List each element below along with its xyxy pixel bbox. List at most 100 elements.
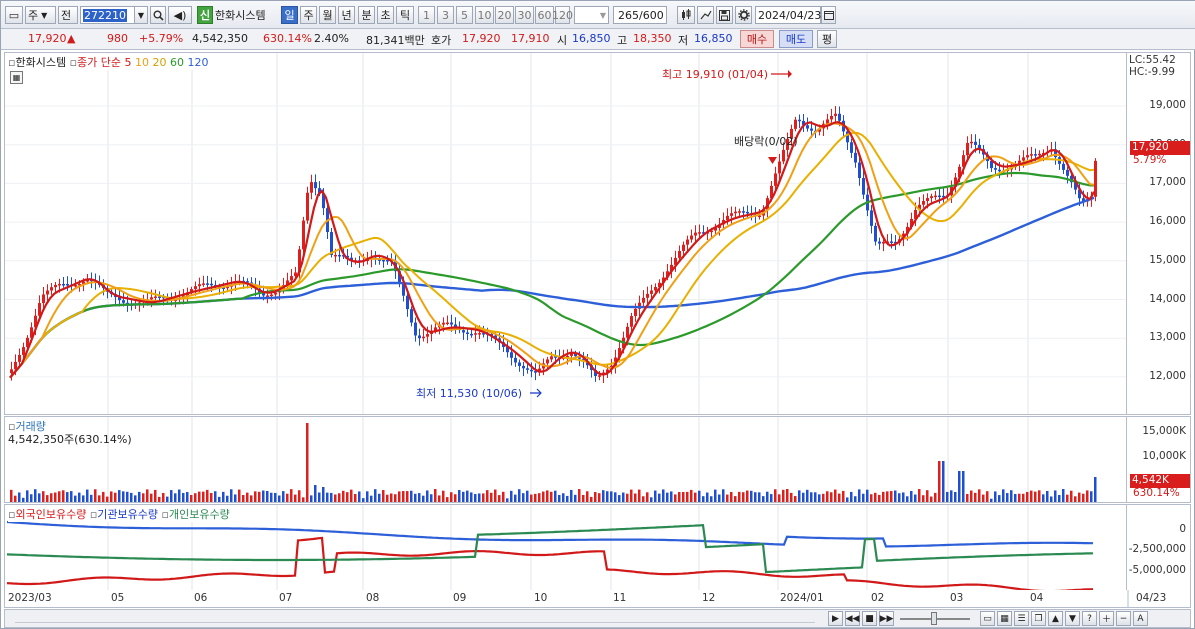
candle-body: [18, 354, 21, 362]
layout-grid-icon[interactable]: ▦: [997, 611, 1012, 626]
volume-bar: [70, 491, 73, 502]
period-tab-month[interactable]: 월: [319, 6, 336, 24]
text-mode-button[interactable]: A: [1133, 611, 1148, 626]
volume-bar: [34, 489, 37, 502]
candle-body: [850, 142, 853, 153]
interval-10[interactable]: 10: [475, 6, 494, 24]
stop-button[interactable]: ■: [862, 611, 877, 626]
low-annotation: 최저 11,530 (10/06): [416, 387, 522, 400]
candle-body: [406, 295, 409, 310]
candle-body: [210, 283, 213, 286]
period-tab-day[interactable]: 일: [281, 6, 298, 24]
speaker-icon[interactable]: ◀): [168, 6, 192, 24]
volume-bar: [310, 495, 313, 502]
draw-tool-icon[interactable]: [697, 6, 714, 24]
grid-icon[interactable]: ▦: [10, 71, 23, 84]
gear-icon[interactable]: [735, 6, 752, 24]
scroll-first-button[interactable]: ◀◀: [845, 611, 860, 626]
zoom-in-button[interactable]: ＋: [1099, 611, 1114, 626]
hc-label: HC:-9.99: [1129, 66, 1175, 78]
candle-body: [422, 336, 425, 339]
holdings-panel[interactable]: ▫외국인보유수량 ▫기관보유수량 ▫개인보유수량: [4, 504, 1127, 591]
eval-button[interactable]: 평: [817, 30, 837, 48]
layout-list-icon[interactable]: ☰: [1014, 611, 1029, 626]
scroll-last-button[interactable]: ▶▶: [879, 611, 894, 626]
volume-bar: [366, 491, 369, 502]
low-label: 저: [678, 34, 689, 47]
market-type-select[interactable]: 주 ▼: [25, 6, 56, 24]
volume-bar: [226, 495, 229, 502]
volume-value: 4,542,350주(630.14%): [8, 433, 132, 446]
interval-30[interactable]: 30: [515, 6, 534, 24]
legend-ma20: 20: [152, 56, 167, 69]
scroll-track[interactable]: [15, 613, 815, 623]
zoom-out-button[interactable]: −: [1116, 611, 1131, 626]
search-icon[interactable]: [150, 6, 166, 24]
volume-bar: [798, 490, 801, 502]
volume-bar: [810, 492, 813, 502]
small-square-icon: ▫: [161, 508, 169, 521]
date-field[interactable]: 2024/04/23: [755, 6, 821, 24]
period-tab-tick[interactable]: 틱: [396, 6, 414, 24]
scroll-right-button[interactable]: ▶: [828, 611, 843, 626]
arrow-down-icon[interactable]: ▼: [1065, 611, 1080, 626]
volume-bar: [690, 489, 693, 502]
volume-bar: [666, 492, 669, 502]
layout-icon[interactable]: ▭: [5, 6, 23, 24]
candle-body: [830, 115, 833, 120]
sell-button[interactable]: 매도: [779, 30, 813, 48]
zoom-slider-thumb[interactable]: [931, 612, 937, 625]
interval-120[interactable]: 120: [552, 6, 573, 24]
price-chart-panel[interactable]: 최고 19,910 (01/04) 최저 11,530 (10/06) 배당락(0/…: [4, 52, 1127, 415]
volume-bar: [542, 491, 545, 502]
candle-icon[interactable]: [677, 6, 695, 24]
volume-bar: [66, 492, 69, 502]
volume-bar: [470, 492, 473, 502]
price-chart: 최고 19,910 (01/04) 최저 11,530 (10/06) 배당락(0/…: [5, 53, 1126, 414]
market-scope-button[interactable]: 전: [58, 6, 78, 24]
holdings-legend: ▫외국인보유수량 ▫기관보유수량 ▫개인보유수량: [8, 506, 230, 522]
arrow-up-icon[interactable]: ▲: [1048, 611, 1063, 626]
calendar-icon[interactable]: [821, 6, 836, 24]
help-icon[interactable]: ?: [1082, 611, 1097, 626]
x-label: 2023/03: [8, 592, 52, 604]
x-label: 02: [871, 592, 885, 604]
candle-body: [926, 198, 929, 202]
interval-1[interactable]: 1: [418, 6, 435, 24]
candle-body: [1022, 157, 1025, 161]
layout-split-icon[interactable]: ▭: [980, 611, 995, 626]
candle-body: [998, 169, 1001, 172]
count-field[interactable]: 265/600: [613, 6, 667, 24]
volume-bar: [334, 494, 337, 502]
volume-bar: [790, 492, 793, 502]
volume-bar: [954, 491, 957, 502]
interval-3[interactable]: 3: [437, 6, 454, 24]
volume-panel[interactable]: ▫거래량 4,542,350주(630.14%): [4, 416, 1127, 503]
period-tab-minute[interactable]: 분: [358, 6, 375, 24]
price-change-pct: +5.79%: [139, 32, 184, 45]
volume-bar: [834, 489, 837, 502]
period-tab-year[interactable]: 년: [338, 6, 355, 24]
save-icon[interactable]: [716, 6, 733, 24]
period-tab-second[interactable]: 초: [377, 6, 394, 24]
small-square-icon: ▫: [69, 56, 78, 69]
code-dropdown-button[interactable]: ▼: [134, 6, 148, 24]
period-tab-week[interactable]: 주: [300, 6, 317, 24]
interval-20[interactable]: 20: [495, 6, 514, 24]
interval-custom-select[interactable]: ▼: [574, 6, 609, 24]
volume-bar: [274, 492, 277, 502]
credit-badge[interactable]: 신: [197, 6, 213, 24]
hold-tick-0: 0: [1179, 523, 1186, 535]
volume-bar: [446, 497, 449, 502]
volume-bar: [130, 492, 133, 502]
volume-bar: [518, 489, 521, 502]
copy-icon[interactable]: ❐: [1031, 611, 1046, 626]
volume-bar: [74, 495, 77, 502]
buy-button[interactable]: 매수: [740, 30, 774, 48]
volume-bar: [262, 490, 265, 502]
volume-bar: [26, 490, 29, 502]
chart-scrollbar[interactable]: ▶ ◀◀ ■ ▶▶ ▭ ▦ ☰ ❐ ▲ ▼ ? ＋ − A: [4, 609, 1191, 628]
stock-code-input[interactable]: 272210: [80, 6, 138, 24]
candle-body: [930, 196, 933, 199]
interval-5[interactable]: 5: [456, 6, 473, 24]
